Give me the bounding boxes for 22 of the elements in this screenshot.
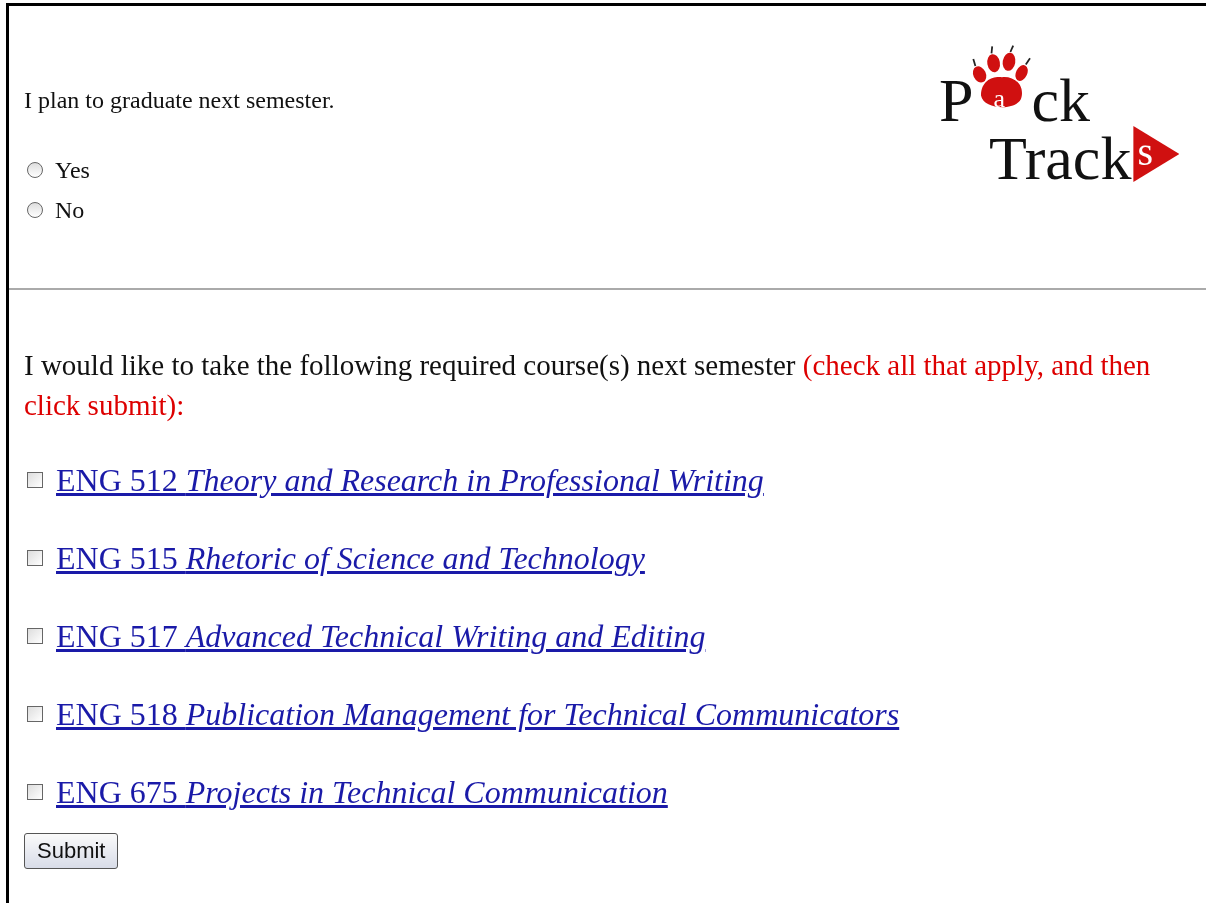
- radio-button[interactable]: [27, 202, 43, 218]
- logo-text: P: [939, 76, 974, 124]
- logo-text: Track: [989, 134, 1132, 182]
- logo-text: a: [993, 84, 1006, 114]
- course-link[interactable]: ENG 518 Publication Management for Technical Communicators: [56, 695, 900, 733]
- submit-button[interactable]: Submit: [24, 833, 119, 869]
- prompt-text: I would like to take the following required course(s) next semester (check all that apply, and then click submit):: [24, 348, 1152, 423]
- course-link[interactable]: ENG 517 Advanced Technical Writing and Editing: [56, 617, 706, 655]
- course-link[interactable]: ENG 675 Projects in Technical Communication: [56, 773, 668, 811]
- arrow-logo-mark: s: [1133, 126, 1180, 182]
- checkbox[interactable]: [27, 550, 43, 566]
- logo-text: ck: [1031, 76, 1090, 124]
- radio-button[interactable]: [27, 162, 43, 178]
- option-label[interactable]: Yes: [55, 156, 90, 184]
- checkbox[interactable]: [27, 706, 43, 722]
- checkbox[interactable]: [27, 784, 43, 800]
- checkbox[interactable]: [27, 472, 43, 488]
- question-text: I plan to graduate next semester.: [24, 86, 335, 115]
- course-link[interactable]: ENG 512 Theory and Research in Professional Writing: [56, 461, 764, 499]
- checkbox[interactable]: [27, 628, 43, 644]
- option-label[interactable]: No: [55, 196, 85, 224]
- course-link[interactable]: ENG 515 Rhetoric of Science and Technology: [56, 539, 645, 577]
